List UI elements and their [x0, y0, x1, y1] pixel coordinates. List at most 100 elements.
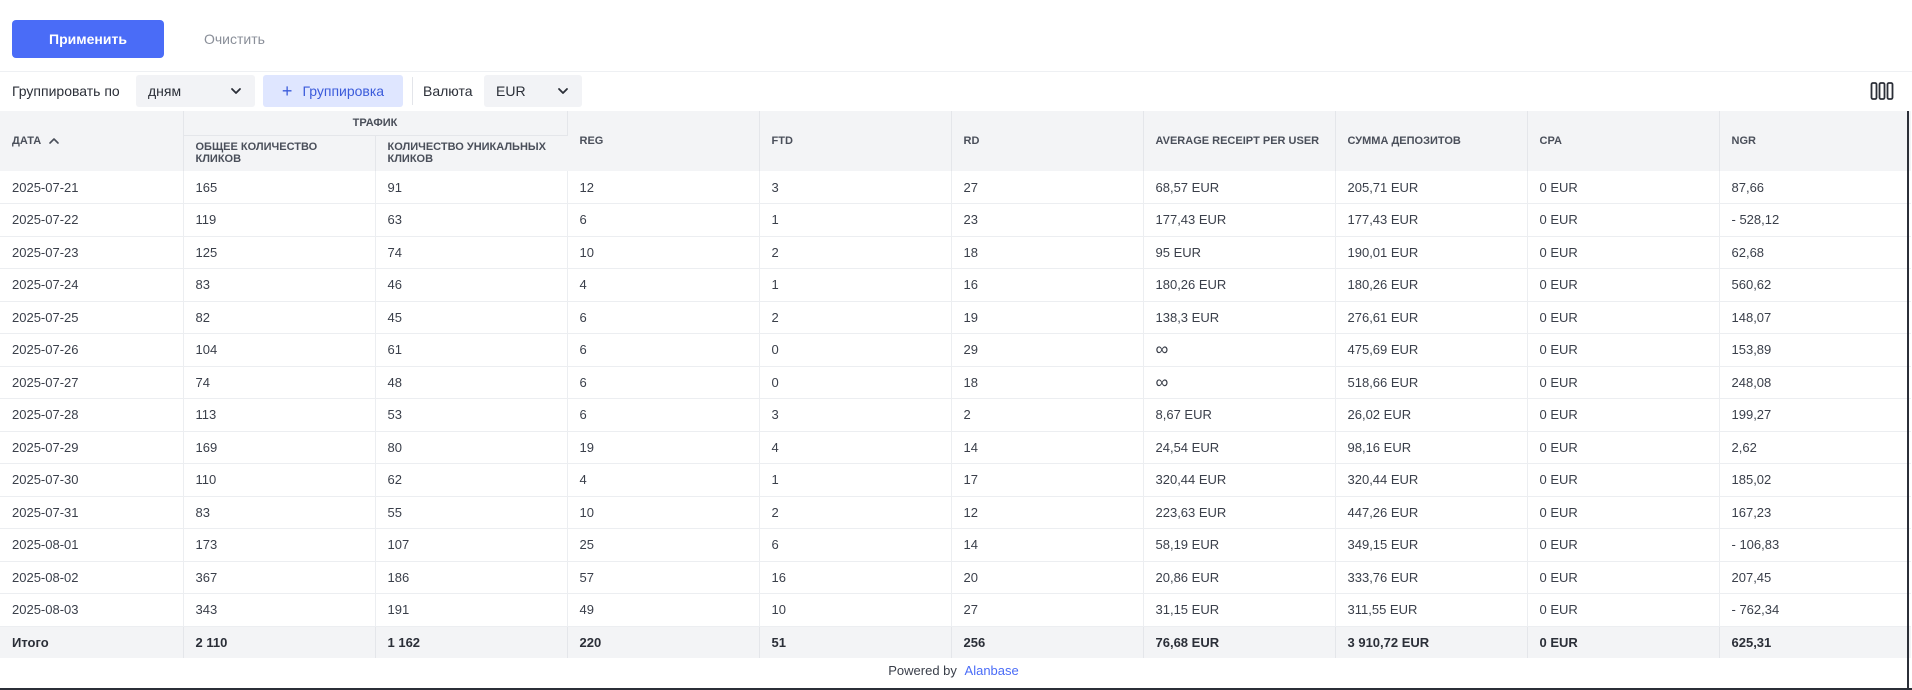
cell-total-clicks: 104 — [183, 333, 376, 367]
cell-reg: 6 — [567, 398, 760, 432]
cell-date: 2025-07-24 — [0, 268, 184, 302]
cell-cpa: 0 EUR — [1527, 463, 1720, 497]
cell-deposits-sum: 475,69 EUR — [1335, 333, 1528, 367]
currency-select[interactable]: EUR — [484, 75, 582, 107]
table-row[interactable]: 2025-07-23 125 74 10 2 18 95 EUR 190,01 EUR 0 EU… — [0, 236, 1911, 269]
column-header-reg[interactable]: REG — [567, 111, 760, 171]
cell-cpa: 0 EUR — [1527, 431, 1720, 464]
cell-cpa: 0 EUR — [1527, 528, 1720, 562]
cell-deposits-sum: 205,71 EUR — [1335, 171, 1528, 204]
cell-rd: 12 — [951, 496, 1144, 529]
cell-cpa: 0 EUR — [1527, 236, 1720, 269]
cell-avg-receipt: ∞ — [1143, 366, 1336, 399]
cell-date: 2025-07-29 — [0, 431, 184, 464]
cell-date: 2025-07-31 — [0, 496, 184, 529]
chevron-down-icon — [231, 88, 241, 94]
table-row[interactable]: 2025-07-29 169 80 19 4 14 24,54 EUR 98,16 EUR 0 … — [0, 431, 1911, 464]
table-row[interactable]: 2025-07-30 110 62 4 1 17 320,44 EUR 320,44 EUR 0… — [0, 463, 1911, 497]
table-totals: Итого 2 110 1 162 220 51 256 76,68 EUR 3 910,72… — [0, 626, 1911, 658]
cell-avg-receipt: 31,15 EUR — [1143, 593, 1336, 627]
table-body: 2025-07-21 165 91 12 3 27 68,57 EUR 205,71 EUR 0… — [0, 171, 1911, 627]
column-header-cpa[interactable]: CPA — [1527, 111, 1720, 171]
cell-unique-clicks: 80 — [375, 431, 568, 464]
sort-ascending-icon[interactable] — [48, 136, 60, 146]
cell-reg: 6 — [567, 203, 760, 237]
cell-date: 2025-07-21 — [0, 171, 184, 204]
cell-ftd: 16 — [759, 561, 952, 594]
table-row[interactable]: 2025-07-22 119 63 6 1 23 177,43 EUR 177,43 EUR 0… — [0, 203, 1911, 237]
table-row[interactable]: 2025-07-27 74 48 6 0 18 ∞ 518,66 EUR 0 EUR 248,08 — [0, 366, 1911, 399]
column-header-ngr[interactable]: NGR — [1719, 111, 1911, 171]
cell-ngr: 148,07 — [1719, 301, 1911, 334]
plus-icon: + — [281, 81, 293, 101]
cell-ngr: 87,66 — [1719, 171, 1911, 204]
total-rd: 256 — [951, 626, 1144, 658]
report-toolbar: Группировать по дням + Группировка Валют… — [0, 75, 1912, 107]
divider — [0, 71, 1912, 72]
table-row[interactable]: 2025-07-25 82 45 6 2 19 138,3 EUR 276,61 EUR 0 E… — [0, 301, 1911, 334]
cell-ftd: 1 — [759, 463, 952, 497]
cell-cpa: 0 EUR — [1527, 268, 1720, 302]
group-by-value: дням — [148, 83, 182, 99]
total-avg-receipt: 76,68 EUR — [1143, 626, 1336, 658]
cell-ftd: 1 — [759, 203, 952, 237]
table-row[interactable]: 2025-07-31 83 55 10 2 12 223,63 EUR 447,26 EUR 0… — [0, 496, 1911, 529]
cell-total-clicks: 169 — [183, 431, 376, 464]
report-table: Дата Трафик REG FTD RD Average receipt p… — [0, 111, 1911, 658]
total-unique-clicks: 1 162 — [375, 626, 568, 658]
column-header-unique-clicks[interactable]: Количество уникальных кликов — [375, 134, 567, 171]
cell-date: 2025-07-22 — [0, 203, 184, 237]
cell-avg-receipt: 58,19 EUR — [1143, 528, 1336, 562]
cell-ngr: 62,68 — [1719, 236, 1911, 269]
currency-label: Валюта — [423, 83, 473, 99]
cell-avg-receipt: 180,26 EUR — [1143, 268, 1336, 302]
add-grouping-button[interactable]: + Группировка — [263, 75, 403, 107]
cell-ftd: 10 — [759, 593, 952, 627]
column-header-total-clicks[interactable]: Общее количество кликов — [183, 134, 376, 171]
cell-reg: 6 — [567, 333, 760, 367]
table-row[interactable]: 2025-07-26 104 61 6 0 29 ∞ 475,69 EUR 0 EUR 153,8… — [0, 333, 1911, 367]
cell-rd: 2 — [951, 398, 1144, 432]
total-reg: 220 — [567, 626, 760, 658]
cell-rd: 27 — [951, 593, 1144, 627]
total-cpa: 0 EUR — [1527, 626, 1720, 658]
table-row[interactable]: 2025-07-24 83 46 4 1 16 180,26 EUR 180,26 EUR 0 … — [0, 268, 1911, 302]
table-row[interactable]: 2025-08-02 367 186 57 16 20 20,86 EUR 333,76 EU… — [0, 561, 1911, 594]
cell-rd: 18 — [951, 366, 1144, 399]
column-header-deposits-sum[interactable]: Сумма депозитов — [1335, 111, 1528, 171]
currency-value: EUR — [496, 83, 526, 99]
cell-date: 2025-07-25 — [0, 301, 184, 334]
cell-ngr: - 106,83 — [1719, 528, 1911, 562]
cell-date: 2025-07-27 — [0, 366, 184, 399]
cell-reg: 4 — [567, 463, 760, 497]
cell-reg: 57 — [567, 561, 760, 594]
cell-ngr: 560,62 — [1719, 268, 1911, 302]
column-header-rd[interactable]: RD — [951, 111, 1144, 171]
column-header-ftd[interactable]: FTD — [759, 111, 952, 171]
group-by-select[interactable]: дням — [136, 75, 255, 107]
table-row[interactable]: 2025-08-01 173 107 25 6 14 58,19 EUR 349,15 EUR… — [0, 528, 1911, 562]
cell-total-clicks: 119 — [183, 203, 376, 237]
cell-date: 2025-08-03 — [0, 593, 184, 627]
cell-deposits-sum: 311,55 EUR — [1335, 593, 1528, 627]
table-row[interactable]: 2025-08-03 343 191 49 10 27 31,15 EUR 311,55 EU… — [0, 593, 1911, 627]
cell-date: 2025-08-02 — [0, 561, 184, 594]
cell-deposits-sum: 447,26 EUR — [1335, 496, 1528, 529]
table-header: Дата Трафик REG FTD RD Average receipt p… — [0, 111, 1911, 171]
cell-reg: 25 — [567, 528, 760, 562]
column-header-date[interactable]: Дата — [0, 111, 184, 171]
cell-cpa: 0 EUR — [1527, 171, 1720, 204]
clear-button[interactable]: Очистить — [198, 30, 271, 48]
scrollbar[interactable] — [1907, 111, 1909, 690]
cell-avg-receipt: 320,44 EUR — [1143, 463, 1336, 497]
cell-unique-clicks: 55 — [375, 496, 568, 529]
table-row[interactable]: 2025-07-28 113 53 6 3 2 8,67 EUR 26,02 EUR 0 EUR… — [0, 398, 1911, 432]
cell-deposits-sum: 276,61 EUR — [1335, 301, 1528, 334]
column-header-avg-receipt[interactable]: Average receipt per user — [1143, 111, 1336, 171]
cell-ftd: 1 — [759, 268, 952, 302]
columns-icon[interactable] — [1870, 81, 1894, 101]
apply-button[interactable]: Применить — [12, 20, 164, 58]
brand-link[interactable]: Alanbase — [965, 663, 1019, 678]
column-group-traffic: Трафик — [183, 111, 568, 135]
table-row[interactable]: 2025-07-21 165 91 12 3 27 68,57 EUR 205,71 EUR 0… — [0, 171, 1911, 204]
